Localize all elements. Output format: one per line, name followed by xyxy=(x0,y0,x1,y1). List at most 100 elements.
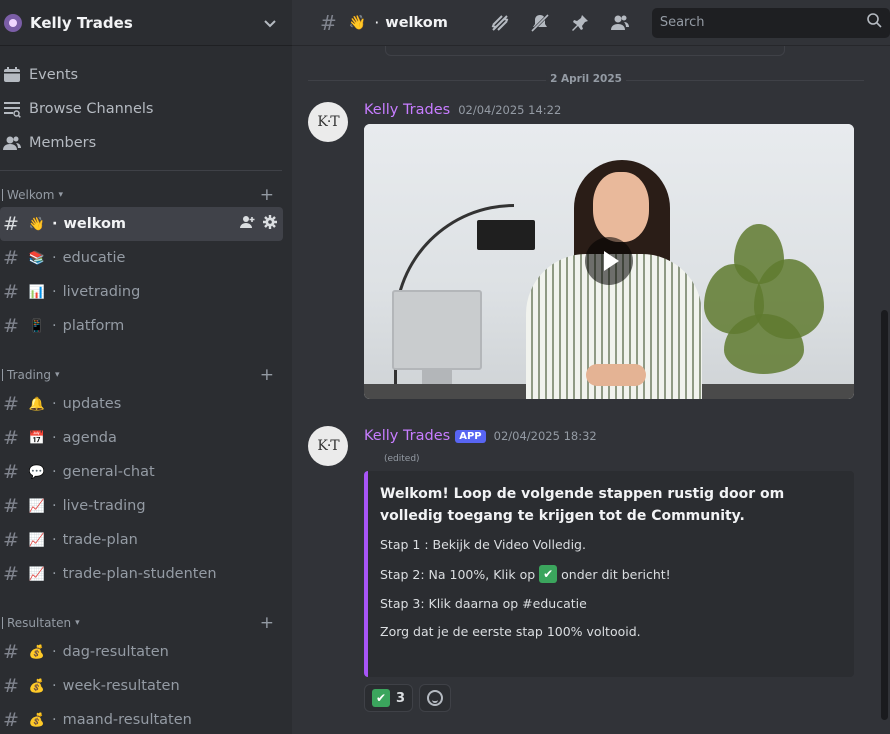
hashtag-icon: # xyxy=(3,641,19,663)
embed-step-2-text-after: onder dit bericht! xyxy=(561,566,671,582)
channel-platform[interactable]: # 📱 · platform xyxy=(0,309,283,343)
hashtag-icon: # xyxy=(320,10,337,35)
channel-emoji: 👋 xyxy=(28,216,46,232)
channel-emoji: 📚 xyxy=(28,250,46,266)
channel-emoji: 📱 xyxy=(28,318,46,334)
message-author[interactable]: Kelly Trades xyxy=(364,102,450,118)
channel-label: livetrading xyxy=(62,284,141,300)
message-timestamp: 02/04/2025 14:22 xyxy=(458,103,562,117)
channel-label: updates xyxy=(62,396,122,412)
hashtag-icon: # xyxy=(3,461,19,483)
add-channel-icon[interactable]: + xyxy=(260,185,274,205)
gear-icon[interactable] xyxy=(263,215,277,233)
notifications-muted-icon[interactable] xyxy=(530,13,550,33)
category-label: Welkom xyxy=(7,188,55,202)
server-name: Kelly Trades xyxy=(30,13,133,32)
hashtag-icon: # xyxy=(3,213,19,235)
message-author[interactable]: Kelly Trades xyxy=(364,428,450,444)
search-bar[interactable] xyxy=(651,7,890,38)
channel-label: platform xyxy=(62,318,125,334)
nav-events[interactable]: Events xyxy=(0,58,292,92)
invite-user-icon[interactable] xyxy=(240,215,255,233)
channel-emoji: 📈 xyxy=(28,566,46,582)
channel-label: trade-plan xyxy=(62,532,138,548)
channel-emoji: 💬 xyxy=(28,464,46,480)
message-embed: Welkom! Loop de volgende stappen rustig … xyxy=(364,471,854,677)
avatar[interactable]: K·T xyxy=(308,102,348,142)
hashtag-icon: # xyxy=(3,495,19,517)
channel-emoji: 📅 xyxy=(28,430,46,446)
imac-shape xyxy=(392,290,482,370)
channel-label: live-trading xyxy=(62,498,146,514)
embed-title: Welkom! Loop de volgende stappen rustig … xyxy=(380,486,785,524)
app-badge: APP xyxy=(455,430,486,443)
play-icon xyxy=(604,251,619,271)
add-channel-icon[interactable]: + xyxy=(260,613,274,633)
add-channel-icon[interactable]: + xyxy=(260,365,274,385)
category-resultaten[interactable]: Resultaten ▾ + xyxy=(0,611,292,635)
channel-label: educatie xyxy=(62,250,126,266)
category-welkom[interactable]: Welkom ▾ + xyxy=(0,183,292,207)
channel-trade-plan-studenten[interactable]: # 📈 · trade-plan-studenten xyxy=(0,557,283,591)
nav-members[interactable]: Members xyxy=(0,126,292,160)
reaction-check[interactable]: ✔ 3 xyxy=(364,684,414,712)
members-icon xyxy=(2,133,22,153)
date-divider: 2 April 2025 xyxy=(308,73,864,85)
channel-emoji: 🔔 xyxy=(28,396,46,412)
pin-icon[interactable] xyxy=(570,13,590,33)
search-input[interactable] xyxy=(659,15,867,30)
chevron-down-icon[interactable] xyxy=(264,13,276,32)
hashtag-icon: # xyxy=(3,709,19,731)
chevron-down-icon: ▾ xyxy=(55,370,60,380)
hashtag-icon: # xyxy=(3,393,19,415)
embed-footer: Zorg dat je de eerste stap 100% voltooid… xyxy=(380,624,641,639)
plant-shape xyxy=(694,214,834,384)
scrollbar-thumb[interactable] xyxy=(881,310,888,720)
channel-maand-resultaten[interactable]: # 💰 · maand-resultaten xyxy=(0,703,283,734)
channel-label: dag-resultaten xyxy=(62,644,169,660)
channel-label: welkom xyxy=(63,216,127,232)
previous-embed-edge xyxy=(385,46,785,56)
channel-label: maand-resultaten xyxy=(62,712,192,728)
play-button[interactable] xyxy=(585,237,633,285)
channel-general-chat[interactable]: # 💬 · general-chat xyxy=(0,455,283,489)
reaction-count: 3 xyxy=(396,690,406,706)
hashtag-icon: # xyxy=(3,427,19,449)
embed-step-3: Stap 3: Klik daarna op #educatie xyxy=(380,596,587,611)
channel-livetrading[interactable]: # 📊 · livetrading xyxy=(0,275,283,309)
calendar-icon xyxy=(2,65,22,85)
channel-emoji: 💰 xyxy=(28,712,46,728)
channel-emoji: 💰 xyxy=(28,678,46,694)
server-header[interactable]: Kelly Trades xyxy=(0,0,292,46)
threads-icon[interactable] xyxy=(490,13,510,33)
channel-trade-plan[interactable]: # 📈 · trade-plan xyxy=(0,523,283,557)
add-reaction-button[interactable] xyxy=(419,684,452,712)
chevron-down-icon: ▾ xyxy=(58,190,63,200)
video-attachment[interactable] xyxy=(364,124,854,399)
member-list-icon[interactable] xyxy=(610,13,630,33)
channel-educatie[interactable]: # 📚 · educatie xyxy=(0,241,283,275)
check-mark-icon: ✔ xyxy=(372,689,390,707)
avatar[interactable]: K·T xyxy=(308,426,348,466)
channel-agenda[interactable]: # 📅 · agenda xyxy=(0,421,283,455)
hashtag-icon: # xyxy=(3,675,19,697)
channel-welkom[interactable]: # 👋 · welkom xyxy=(0,207,283,241)
channel-emoji: 📈 xyxy=(28,498,46,514)
channel-week-resultaten[interactable]: # 💰 · week-resultaten xyxy=(0,669,283,703)
channel-label: trade-plan-studenten xyxy=(62,566,217,582)
nav-events-label: Events xyxy=(29,67,79,83)
channel-live-trading[interactable]: # 📈 · live-trading xyxy=(0,489,283,523)
embed-step-2: Stap 2: Na 100%, Klik op ✔ onder dit ber… xyxy=(380,565,838,583)
date-label: 2 April 2025 xyxy=(546,73,626,85)
channel-dag-resultaten[interactable]: # 💰 · dag-resultaten xyxy=(0,635,283,669)
category-trading[interactable]: Trading ▾ + xyxy=(0,363,292,387)
channel-updates[interactable]: # 🔔 · updates xyxy=(0,387,283,421)
server-sidebar: Kelly Trades Events Browse Channels Memb… xyxy=(0,0,292,734)
channel-emoji: 👋 xyxy=(348,14,367,31)
channel-emoji: 📊 xyxy=(28,284,46,300)
message-list: 2 April 2025 K·T Kelly Trades 02/04/2025… xyxy=(292,46,890,734)
chevron-down-icon: ▾ xyxy=(75,618,80,628)
nav-browse-channels[interactable]: Browse Channels xyxy=(0,92,292,126)
add-reaction-icon xyxy=(427,690,444,706)
nav-browse-channels-label: Browse Channels xyxy=(29,101,154,117)
